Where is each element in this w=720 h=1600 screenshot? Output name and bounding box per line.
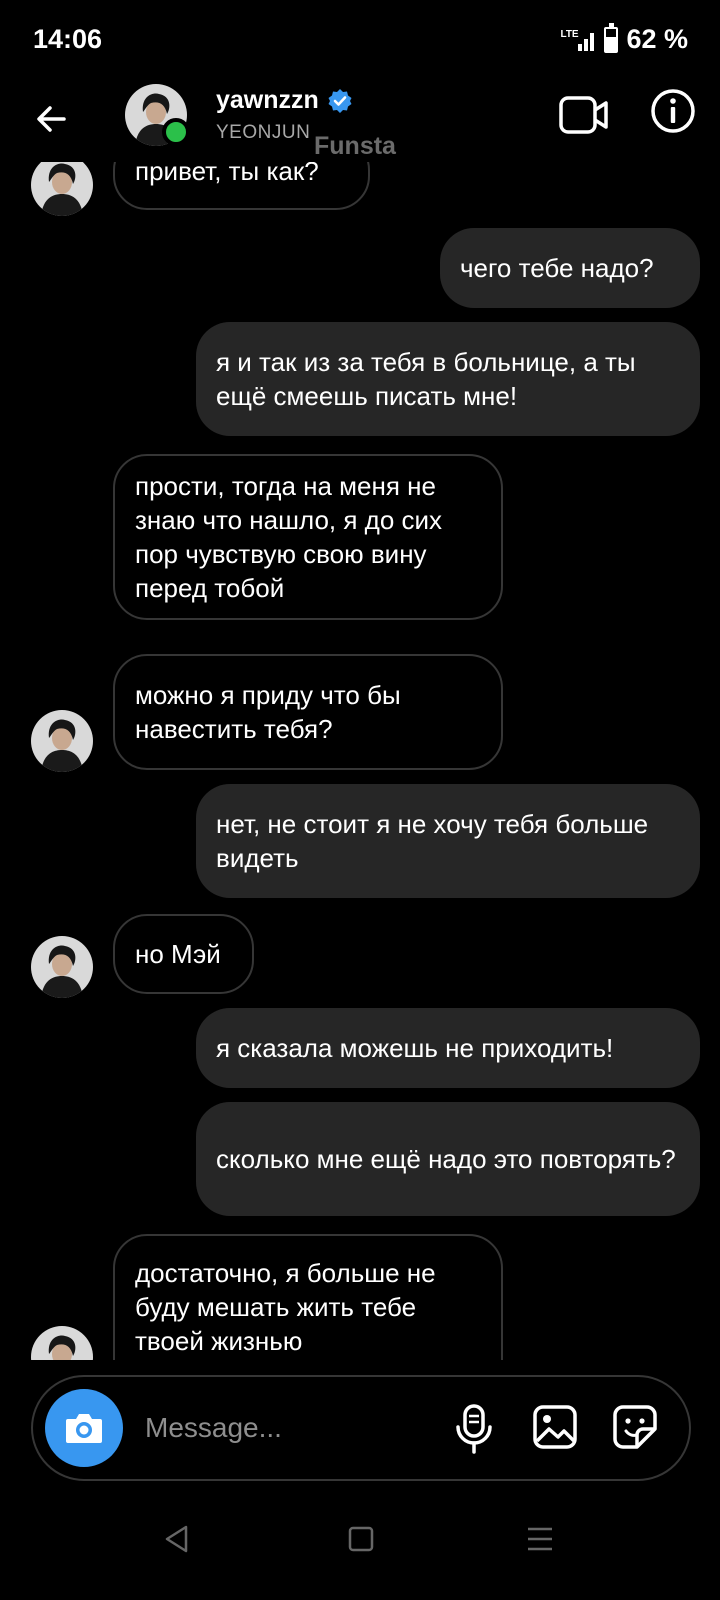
message-composer (31, 1375, 691, 1481)
sender-avatar[interactable] (31, 936, 93, 998)
message-text: сколько мне ещё надо это повторять? (216, 1144, 676, 1174)
battery-percent: 62 % (626, 24, 688, 54)
message-text: но Мэй (135, 939, 221, 969)
message-bubble-received[interactable]: прости, тогда на меня не знаю что нашло,… (113, 454, 503, 620)
chat-header: yawnzzn YEONJUN Funsta (0, 82, 720, 162)
message-thread[interactable]: привет, ты как? чего тебе надо? я и так … (0, 162, 720, 1360)
nav-recents-icon[interactable] (526, 1526, 554, 1552)
message-bubble-received[interactable]: привет, ты как? (113, 162, 370, 210)
nav-back-icon[interactable] (162, 1524, 192, 1554)
message-input[interactable] (145, 1405, 425, 1451)
message-bubble-received[interactable]: можно я приду что бы навестить тебя? (113, 654, 503, 770)
message-bubble-sent[interactable]: я и так из за тебя в больнице, а ты ещё … (196, 322, 700, 436)
signal-icon: LTE (560, 27, 596, 53)
message-bubble-sent[interactable]: нет, не стоит я не хочу тебя больше виде… (196, 784, 700, 898)
message-text: привет, ты как? (135, 162, 319, 186)
camera-button[interactable] (45, 1389, 123, 1467)
battery-icon (604, 22, 619, 53)
message-text: чего тебе надо? (460, 253, 654, 283)
contact-fullname: YEONJUN (216, 122, 311, 143)
verified-icon (328, 88, 352, 113)
message-text: я и так из за тебя в больнице, а ты ещё … (216, 347, 636, 411)
message-text: можно я приду что бы навестить тебя? (135, 680, 401, 744)
status-bar: 14:06 LTE 62 % (0, 0, 720, 82)
username-row[interactable]: yawnzzn (216, 86, 353, 115)
microphone-icon[interactable] (453, 1403, 495, 1455)
overlay-label: Funsta (314, 132, 396, 160)
back-arrow-icon[interactable] (30, 97, 74, 141)
message-bubble-sent[interactable]: сколько мне ещё надо это повторять? (196, 1102, 700, 1216)
contact-username: yawnzzn (216, 86, 319, 114)
message-bubble-received[interactable]: достаточно, я больше не буду мешать жить… (113, 1234, 503, 1360)
message-text: прости, тогда на меня не знаю что нашло,… (135, 471, 443, 603)
sender-avatar[interactable] (31, 162, 93, 216)
message-text: достаточно, я больше не буду мешать жить… (135, 1258, 436, 1356)
message-bubble-sent[interactable]: я сказала можешь не приходить! (196, 1008, 700, 1088)
sticker-icon[interactable] (611, 1403, 659, 1451)
message-text: я сказала можешь не приходить! (216, 1033, 614, 1063)
camera-icon (66, 1414, 102, 1443)
online-status-dot (162, 118, 190, 146)
sender-avatar[interactable] (31, 1326, 93, 1360)
nav-home-icon[interactable] (348, 1526, 374, 1552)
video-call-icon[interactable] (558, 92, 610, 138)
network-type: LTE (560, 28, 579, 40)
sender-avatar[interactable] (31, 710, 93, 772)
status-time: 14:06 (33, 24, 103, 54)
system-nav-bar (0, 1490, 720, 1600)
status-indicators: LTE 62 % (560, 22, 688, 55)
message-text: нет, не стоит я не хочу тебя больше виде… (216, 809, 649, 873)
info-icon[interactable] (650, 88, 696, 134)
message-bubble-sent[interactable]: чего тебе надо? (440, 228, 700, 308)
gallery-icon[interactable] (531, 1403, 579, 1451)
message-bubble-received[interactable]: но Мэй (113, 914, 254, 994)
